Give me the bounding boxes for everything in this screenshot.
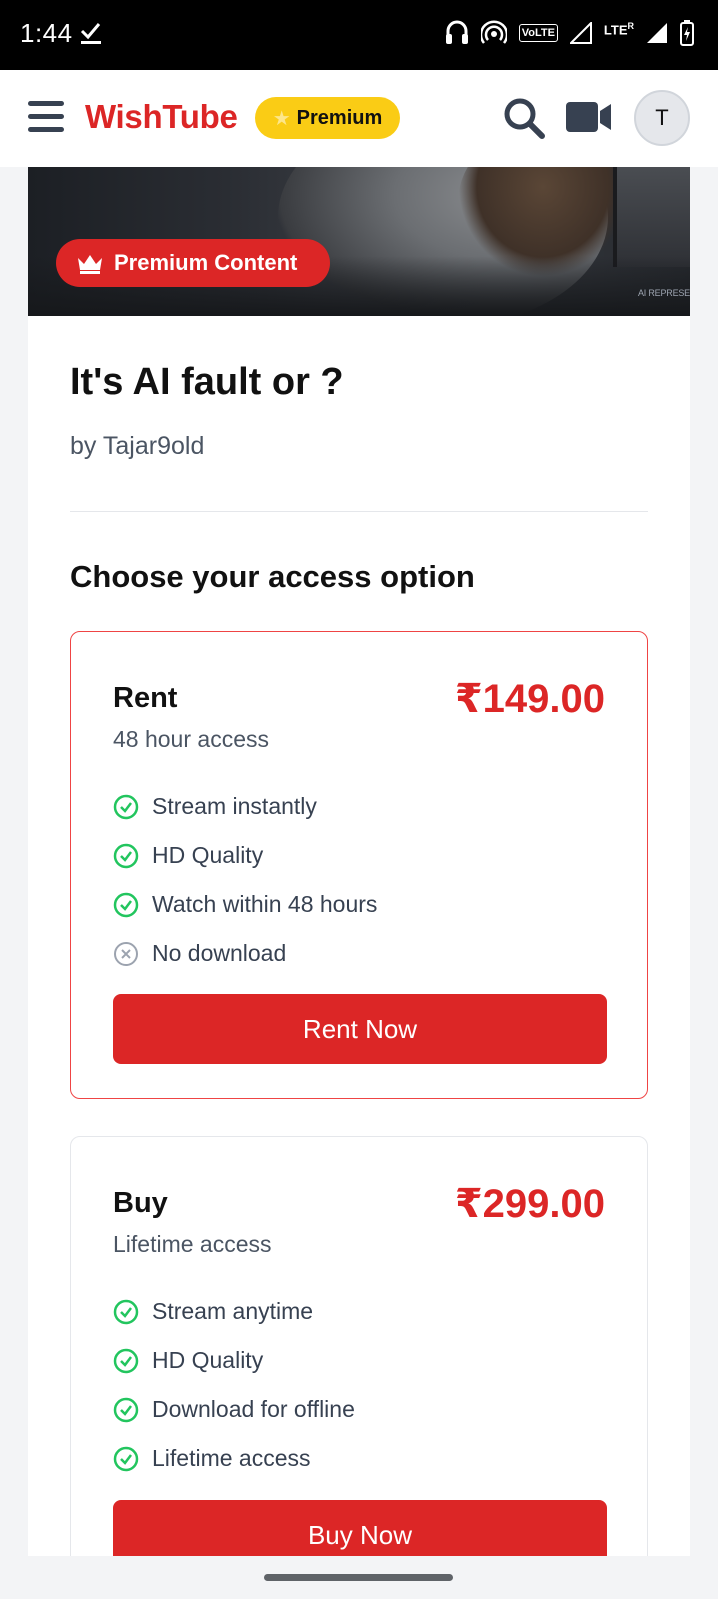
feature-label: Stream anytime	[152, 1298, 314, 1324]
premium-content-label: Premium Content	[114, 250, 298, 275]
premium-content-badge: Premium Content	[56, 239, 330, 287]
feature-list: Stream anytime HD Quality Download for o…	[113, 1287, 355, 1483]
task-done-icon	[80, 23, 101, 44]
thumbnail-watermark: AI REPRESE	[637, 288, 690, 298]
status-time: 1:44	[20, 18, 73, 48]
user-avatar[interactable]: T	[634, 90, 690, 146]
feature-item: No download	[113, 929, 377, 978]
rent-option-card[interactable]: Rent ₹149.00 48 hour access Stream insta…	[70, 631, 648, 1099]
option-subtitle: Lifetime access	[113, 1231, 272, 1257]
system-nav-bar	[0, 1556, 718, 1599]
premium-pill[interactable]: ★ Premium	[255, 97, 400, 139]
option-subtitle: 48 hour access	[113, 726, 269, 752]
check-circle-icon	[113, 892, 139, 917]
crown-icon	[78, 255, 102, 274]
signal-full-icon	[647, 23, 667, 43]
access-options-heading: Choose your access option	[70, 559, 475, 594]
check-circle-icon	[113, 794, 139, 819]
network-type: LTER	[603, 20, 634, 38]
feature-item: Stream instantly	[113, 782, 377, 831]
check-circle-icon	[113, 1397, 139, 1422]
premium-label: Premium	[296, 106, 383, 129]
headset-icon	[445, 20, 468, 44]
video-author: by Tajar9old	[70, 432, 205, 460]
app-header: WishTube ★ Premium T	[0, 70, 718, 167]
home-gesture-handle[interactable]	[264, 1574, 453, 1581]
feature-item: Download for offline	[113, 1385, 355, 1434]
hamburger-menu-icon[interactable]	[28, 101, 64, 133]
star-icon: ★	[272, 107, 291, 130]
option-price: ₹299.00	[454, 1182, 605, 1226]
buy-option-card[interactable]: Buy ₹299.00 Lifetime access Stream anyti…	[70, 1136, 648, 1576]
feature-label: Stream instantly	[152, 793, 317, 819]
rent-now-button[interactable]: Rent Now	[113, 994, 607, 1064]
battery-charging-icon	[680, 20, 694, 46]
option-name: Rent	[113, 682, 178, 714]
feature-label: HD Quality	[152, 842, 264, 868]
content-card: It's AI fault or ? by Tajar9old Choose y…	[28, 316, 690, 1576]
check-circle-icon	[113, 1348, 139, 1373]
option-price: ₹149.00	[454, 677, 605, 721]
video-thumbnail: AI REPRESE Premium Content	[28, 167, 690, 316]
feature-item: Stream anytime	[113, 1287, 355, 1336]
signal-icon	[569, 22, 592, 44]
x-circle-icon	[114, 941, 138, 966]
feature-label: Download for offline	[152, 1396, 355, 1422]
feature-item: HD Quality	[113, 1336, 355, 1385]
check-circle-icon	[113, 1299, 139, 1324]
brand-logo[interactable]: WishTube	[85, 98, 238, 136]
video-camera-icon[interactable]	[565, 100, 613, 134]
feature-list: Stream instantly HD Quality Watch within…	[113, 782, 377, 978]
video-title: It's AI fault or ?	[70, 361, 344, 403]
feature-item: Watch within 48 hours	[113, 880, 377, 929]
feature-label: Watch within 48 hours	[152, 891, 378, 917]
divider	[70, 511, 648, 512]
feature-item: Lifetime access	[113, 1434, 355, 1483]
option-name: Buy	[113, 1187, 168, 1219]
feature-item: HD Quality	[113, 831, 377, 880]
check-circle-icon	[113, 1446, 139, 1471]
volte-badge: VoLTE	[518, 24, 558, 42]
feature-label: Lifetime access	[152, 1445, 311, 1471]
hotspot-icon	[480, 20, 507, 44]
check-circle-icon	[113, 843, 139, 868]
status-bar: 1:44 VoLTE LTER	[0, 0, 718, 70]
search-icon[interactable]	[502, 96, 546, 140]
feature-label: No download	[152, 940, 287, 966]
feature-label: HD Quality	[152, 1347, 264, 1373]
